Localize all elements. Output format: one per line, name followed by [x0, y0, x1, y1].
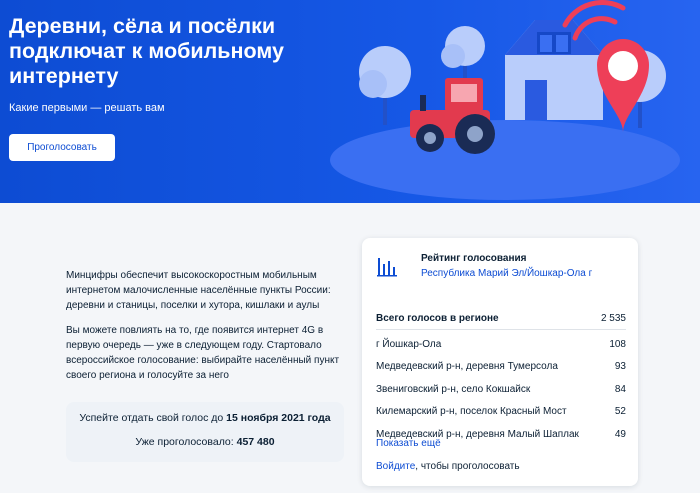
barn-icon	[505, 20, 603, 120]
village-illustration	[330, 0, 680, 200]
total-label: Всего голосов в регионе	[376, 313, 499, 324]
hero-subtitle: Какие первыми — решать вам	[9, 102, 165, 114]
intro-paragraph-2: Вы можете повлиять на то, где появится и…	[66, 325, 340, 381]
intro-text: Минцифры обеспечит высокоскоростным моби…	[66, 268, 346, 393]
settlement-votes: 84	[614, 383, 626, 395]
deadline-box: Успейте отдать свой голос до 15 ноября 2…	[66, 402, 344, 462]
voted-label: Уже проголосовало:	[135, 436, 237, 448]
settlement-name: Медведевский р-н, деревня Тумерсола	[376, 361, 558, 373]
tree-left	[359, 46, 411, 125]
total-value: 2 535	[600, 313, 626, 324]
ground-shape	[330, 120, 680, 200]
settlement-votes: 108	[609, 338, 626, 350]
voted-row: Уже проголосовало: 457 480	[66, 435, 344, 449]
table-row: Килемарский р-н, поселок Красный Мост 52	[376, 401, 626, 424]
vote-button[interactable]: Проголосовать	[9, 134, 115, 161]
chart-bars-icon	[377, 258, 397, 277]
intro-paragraph-1: Минцифры обеспечит высокоскоростным моби…	[66, 270, 331, 311]
deadline-row: Успейте отдать свой голос до 15 ноября 2…	[66, 411, 344, 425]
login-suffix: , чтобы проголосовать	[415, 461, 520, 472]
settlement-votes: 93	[614, 361, 626, 373]
region-link[interactable]: Республика Марий Эл/Йошкар-Ола г	[421, 268, 592, 279]
hero-title: Деревни, сёла и посёлки подключат к моби…	[9, 14, 284, 88]
login-prompt: Войдите, чтобы проголосовать	[376, 461, 520, 472]
login-link[interactable]: Войдите	[376, 461, 415, 472]
total-row: Всего голосов в регионе 2 535	[376, 308, 626, 330]
deadline-date: 15 ноября 2021 года	[226, 412, 331, 424]
show-more-link[interactable]: Показать ещё	[376, 438, 441, 449]
hero-banner: Деревни, сёла и посёлки подключат к моби…	[0, 0, 700, 203]
settlement-name: Килемарский р-н, поселок Красный Мост	[376, 406, 567, 418]
rating-table: Всего голосов в регионе 2 535 г Йошкар-О…	[376, 308, 626, 446]
table-row: г Йошкар-Ола 108	[376, 333, 626, 356]
table-row: Звениговский р-н, село Кокшайск 84	[376, 378, 626, 401]
settlement-votes: 49	[614, 428, 626, 440]
rating-title: Рейтинг голосования	[421, 253, 527, 264]
table-row: Медведевский р-н, деревня Тумерсола 93	[376, 356, 626, 379]
voted-count: 457 480	[236, 436, 275, 448]
settlement-votes: 52	[614, 406, 626, 418]
rating-card: Рейтинг голосования Республика Марий Эл/…	[362, 238, 638, 486]
deadline-prefix: Успейте отдать свой голос до	[79, 412, 227, 424]
settlement-name: Звениговский р-н, село Кокшайск	[376, 383, 531, 395]
settlement-name: г Йошкар-Ола	[376, 338, 442, 350]
